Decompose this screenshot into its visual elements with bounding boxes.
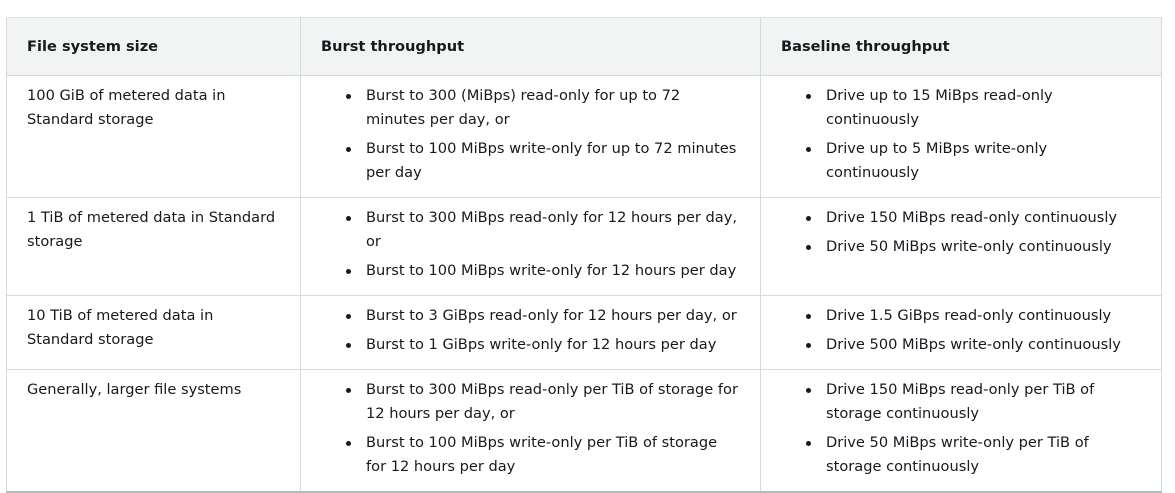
list-item-text: Drive 150 MiBps read-only continuously <box>826 209 1118 226</box>
table-row: 100 GiB of metered data in Standard stor… <box>6 75 1162 198</box>
bullet-icon <box>806 147 811 152</box>
list-item: Burst to 300 MiBps read-only for 12 hour… <box>346 206 740 254</box>
bullet-icon <box>806 343 811 348</box>
bullet-icon <box>346 314 351 319</box>
burst-list: Burst to 300 MiBps read-only per TiB of … <box>321 378 740 479</box>
list-item-text: Burst to 300 MiBps read-only for 12 hour… <box>366 209 738 250</box>
baseline-cell: Drive 150 MiBps read-only per TiB of sto… <box>760 369 1162 493</box>
burst-list: Burst to 300 (MiBps) read-only for up to… <box>321 84 740 185</box>
throughput-table-container: File system size Burst throughput Baseli… <box>6 17 1162 493</box>
list-item-text: Burst to 100 MiBps write-only for up to … <box>366 140 737 181</box>
header-burst-throughput: Burst throughput <box>300 17 761 76</box>
list-item: Drive 50 MiBps write-only per TiB of sto… <box>806 431 1141 479</box>
list-item-text: Drive 500 MiBps write-only continuously <box>826 336 1121 353</box>
list-item: Drive 150 MiBps read-only per TiB of sto… <box>806 378 1141 426</box>
size-cell: Generally, larger file systems <box>6 369 301 493</box>
baseline-list: Drive up to 15 MiBps read-only continuou… <box>781 84 1141 185</box>
bullet-icon <box>346 147 351 152</box>
size-cell: 100 GiB of metered data in Standard stor… <box>6 75 301 198</box>
list-item: Burst to 1 GiBps write-only for 12 hours… <box>346 333 740 357</box>
bullet-icon <box>806 216 811 221</box>
baseline-cell: Drive 150 MiBps read-only continuously D… <box>760 197 1162 296</box>
throughput-table: File system size Burst throughput Baseli… <box>6 17 1162 493</box>
header-file-system-size: File system size <box>6 17 301 76</box>
list-item-text: Drive up to 15 MiBps read-only continuou… <box>826 87 1053 128</box>
header-baseline-throughput: Baseline throughput <box>760 17 1162 76</box>
list-item-text: Burst to 100 MiBps write-only for 12 hou… <box>366 262 737 279</box>
header-row: File system size Burst throughput Baseli… <box>6 17 1162 76</box>
list-item-text: Drive 50 MiBps write-only continuously <box>826 238 1112 255</box>
baseline-list: Drive 1.5 GiBps read-only continuously D… <box>781 304 1141 357</box>
list-item: Drive 150 MiBps read-only continuously <box>806 206 1141 230</box>
list-item: Drive 500 MiBps write-only continuously <box>806 333 1141 357</box>
list-item: Drive 1.5 GiBps read-only continuously <box>806 304 1141 328</box>
size-cell: 1 TiB of metered data in Standard storag… <box>6 197 301 296</box>
burst-list: Burst to 300 MiBps read-only for 12 hour… <box>321 206 740 283</box>
list-item-text: Drive 50 MiBps write-only per TiB of sto… <box>826 434 1089 475</box>
burst-list: Burst to 3 GiBps read-only for 12 hours … <box>321 304 740 357</box>
size-cell: 10 TiB of metered data in Standard stora… <box>6 295 301 370</box>
list-item-text: Burst to 3 GiBps read-only for 12 hours … <box>366 307 737 324</box>
baseline-list: Drive 150 MiBps read-only per TiB of sto… <box>781 378 1141 479</box>
burst-cell: Burst to 3 GiBps read-only for 12 hours … <box>300 295 761 370</box>
list-item: Drive 50 MiBps write-only continuously <box>806 235 1141 259</box>
bullet-icon <box>346 94 351 99</box>
list-item-text: Drive 1.5 GiBps read-only continuously <box>826 307 1112 324</box>
baseline-cell: Drive 1.5 GiBps read-only continuously D… <box>760 295 1162 370</box>
list-item: Burst to 100 MiBps write-only per TiB of… <box>346 431 740 479</box>
list-item-text: Burst to 1 GiBps write-only for 12 hours… <box>366 336 717 353</box>
list-item: Burst to 300 MiBps read-only per TiB of … <box>346 378 740 426</box>
table-row: 10 TiB of metered data in Standard stora… <box>6 295 1162 370</box>
list-item-text: Drive up to 5 MiBps write-only continuou… <box>826 140 1048 181</box>
table-row: 1 TiB of metered data in Standard storag… <box>6 197 1162 296</box>
table-row: Generally, larger file systems Burst to … <box>6 369 1162 493</box>
bullet-icon <box>346 343 351 348</box>
list-item: Burst to 100 MiBps write-only for up to … <box>346 137 740 185</box>
bullet-icon <box>346 388 351 393</box>
table-body: 100 GiB of metered data in Standard stor… <box>6 75 1162 493</box>
list-item: Drive up to 5 MiBps write-only continuou… <box>806 137 1141 185</box>
list-item-text: Drive 150 MiBps read-only per TiB of sto… <box>826 381 1095 422</box>
bullet-icon <box>346 269 351 274</box>
bullet-icon <box>346 216 351 221</box>
burst-cell: Burst to 300 MiBps read-only per TiB of … <box>300 369 761 493</box>
bullet-icon <box>806 441 811 446</box>
bullet-icon <box>806 388 811 393</box>
list-item-text: Burst to 100 MiBps write-only per TiB of… <box>366 434 718 475</box>
list-item: Burst to 3 GiBps read-only for 12 hours … <box>346 304 740 328</box>
list-item-text: Burst to 300 MiBps read-only per TiB of … <box>366 381 738 422</box>
bullet-icon <box>346 441 351 446</box>
list-item: Drive up to 15 MiBps read-only continuou… <box>806 84 1141 132</box>
table-header: File system size Burst throughput Baseli… <box>6 17 1162 76</box>
baseline-cell: Drive up to 15 MiBps read-only continuou… <box>760 75 1162 198</box>
bullet-icon <box>806 94 811 99</box>
list-item: Burst to 300 (MiBps) read-only for up to… <box>346 84 740 132</box>
list-item: Burst to 100 MiBps write-only for 12 hou… <box>346 259 740 283</box>
burst-cell: Burst to 300 (MiBps) read-only for up to… <box>300 75 761 198</box>
bullet-icon <box>806 314 811 319</box>
baseline-list: Drive 150 MiBps read-only continuously D… <box>781 206 1141 259</box>
bullet-icon <box>806 245 811 250</box>
list-item-text: Burst to 300 (MiBps) read-only for up to… <box>366 87 681 128</box>
burst-cell: Burst to 300 MiBps read-only for 12 hour… <box>300 197 761 296</box>
